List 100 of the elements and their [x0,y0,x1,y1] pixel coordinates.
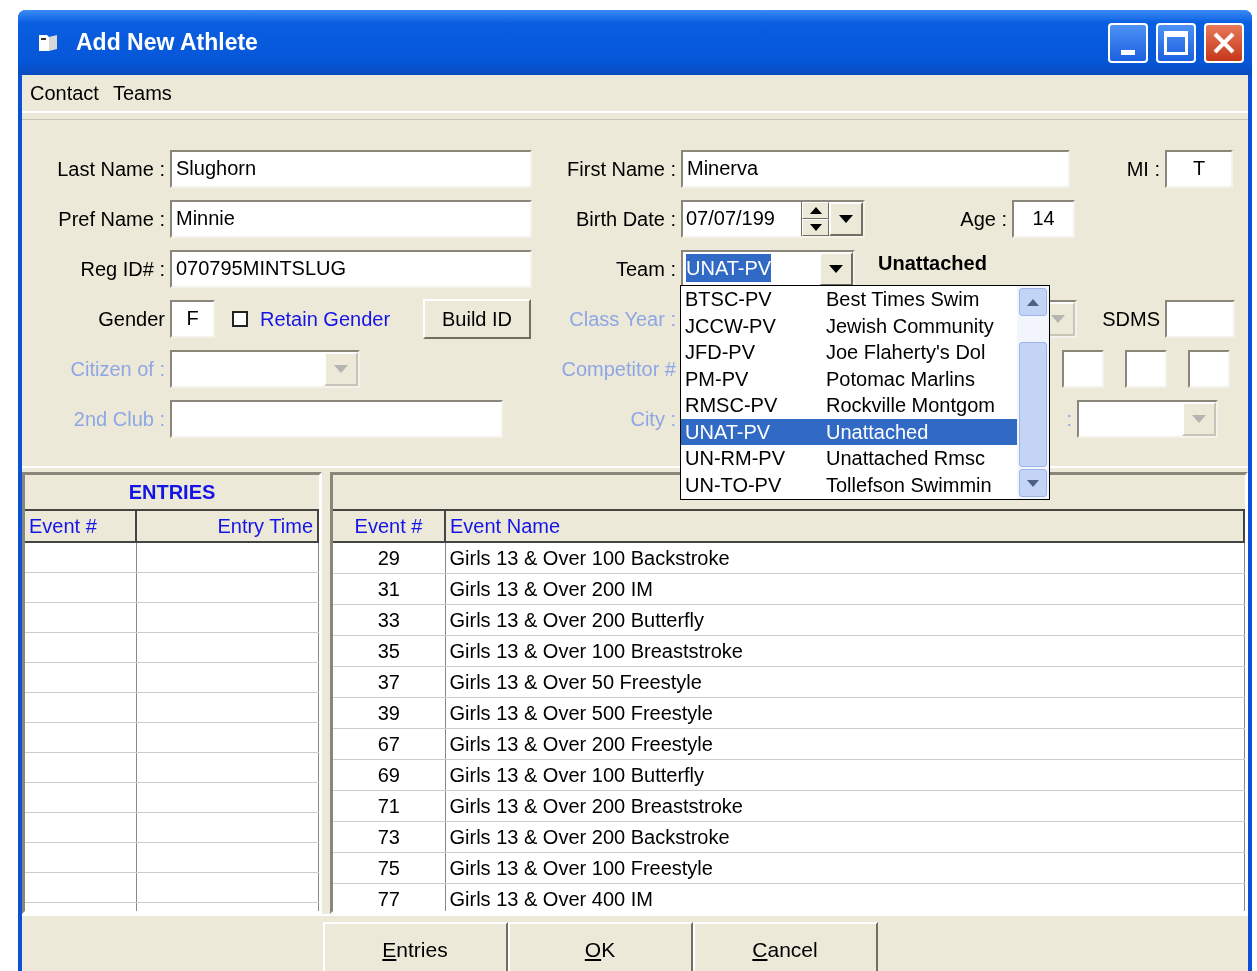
table-cell: Girls 13 & Over 200 Butterfly [445,604,1244,636]
table-cell: 31 [333,573,445,605]
caret-icon [1051,315,1065,323]
dialog-button[interactable]: OK [507,922,693,971]
table-cell: 69 [333,759,445,791]
text-field[interactable]: 070795MINTSLUG [170,250,532,288]
text-field[interactable]: Slughorn [170,150,532,188]
text-field[interactable]: 14 [1012,200,1075,238]
dropdown-button[interactable] [829,202,863,236]
combo-box[interactable]: UNAT-PV [681,250,855,288]
caret-icon [829,265,843,273]
table-cell: Girls 13 & Over 400 IM [445,883,1244,911]
dropdown-item[interactable]: UN-TO-PV Tollefson Swimmin [681,471,1017,498]
table-cell: 35 [333,635,445,667]
field-label: Gender [97,307,166,332]
field-label: SDMS [1101,307,1161,332]
close-button[interactable] [1204,22,1244,63]
table-cell: Girls 13 & Over 200 IM [445,573,1244,605]
menu-item[interactable]: Teams [110,78,184,108]
table-cell: 67 [333,728,445,760]
scroll-up-button[interactable] [1019,288,1047,316]
up-arrow-icon [809,207,822,214]
column-header[interactable]: Event # [25,511,136,542]
dropdown-item[interactable]: UN-RM-PV Unattached Rmsc [681,445,1017,472]
scroll-thumb[interactable] [1019,342,1047,467]
caret-icon [334,365,348,373]
table-cell: Girls 13 & Over 100 Breaststroke [445,635,1244,667]
table-cell: 37 [333,666,445,698]
field-label: Class Year : [568,307,677,332]
table-cell: 29 [333,542,445,574]
dialog-button[interactable]: Entries [322,922,508,971]
team-name: Unattached [878,251,987,276]
field-label: Pref Name : [57,207,166,232]
scroll-down-button[interactable] [1019,469,1047,497]
text-field[interactable] [1188,350,1230,388]
text-field[interactable] [1062,350,1104,388]
text-field[interactable] [170,400,503,438]
dropdown-item[interactable]: BTSC-PV Best Times Swim [681,286,1017,313]
panel-title: ENTRIES [25,475,319,511]
maximize-button[interactable] [1156,22,1196,63]
table-cell: Girls 13 & Over 100 Freestyle [445,852,1244,884]
table-cell: Girls 13 & Over 500 Freestyle [445,697,1244,729]
maximize-icon [1164,30,1188,55]
table-cell: 73 [333,821,445,853]
field-label: Birth Date : [574,207,677,232]
dropdown-item[interactable]: UNAT-PV Unattached [681,418,1017,445]
combo-box[interactable] [1077,400,1218,438]
table-cell: 33 [333,604,445,636]
text-field[interactable]: Minerva [681,150,1070,188]
field-label: Citizen of : [69,357,166,382]
text-field[interactable]: T [1165,150,1233,188]
column-header[interactable]: Entry Time [136,511,318,542]
table-cell: Girls 13 & Over 200 Breaststroke [445,790,1244,822]
down-arrow-icon [1027,479,1039,487]
text-field[interactable]: F [170,300,215,338]
field-label: Competitor # [560,357,677,382]
text-field[interactable] [1165,300,1235,338]
caret-icon [839,215,853,223]
table-cell: 39 [333,697,445,729]
field-label: : [1065,407,1073,432]
table-cell: 71 [333,790,445,822]
date-field[interactable]: 07/07/199 [681,200,865,238]
dropdown-item[interactable]: JFD-PV Joe Flaherty's Dol [681,339,1017,366]
minimize-button[interactable] [1108,22,1148,63]
combo-box[interactable] [170,350,360,388]
spin-buttons[interactable] [801,202,829,236]
table-cell: Girls 13 & Over 100 Butterfly [445,759,1244,791]
field-label: 2nd Club : [72,407,166,432]
table-cell: Girls 13 & Over 200 Freestyle [445,728,1244,760]
field-label: Age : [959,207,1008,232]
down-arrow-icon [809,224,822,231]
text-field[interactable]: Minnie [170,200,532,238]
menu-item[interactable]: Contact [28,78,111,108]
dropdown-button[interactable] [819,252,853,286]
up-arrow-icon [1027,298,1039,306]
table-cell: 77 [333,883,445,911]
scrollbar[interactable] [1017,286,1049,499]
field-label: Last Name : [56,157,166,182]
column-header[interactable]: Event Name [445,511,1244,542]
close-icon [1212,30,1236,55]
checkbox[interactable] [232,311,248,327]
field-label: MI : [1125,157,1161,182]
field-label: Team : [614,257,677,282]
field-label: First Name : [566,157,677,182]
dropdown-item[interactable]: JCCW-PV Jewish Community [681,312,1017,339]
column-header[interactable]: Event # [333,511,445,542]
dropdown-item[interactable]: PM-PV Potomac Marlins [681,365,1017,392]
build-id-button[interactable]: Build ID [423,299,531,339]
caret-icon [1192,415,1206,423]
app-icon [38,32,60,53]
dialog-button[interactable]: Cancel [692,922,878,971]
checkbox-label: Retain Gender [260,307,391,332]
field-label: City : [629,407,677,432]
window-title: Add New Athlete [76,28,258,58]
table-cell: Girls 13 & Over 50 Freestyle [445,666,1244,698]
table-cell: Girls 13 & Over 200 Backstroke [445,821,1244,853]
table-cell: Girls 13 & Over 100 Backstroke [445,542,1244,574]
dropdown-item[interactable]: RMSC-PV Rockville Montgom [681,392,1017,419]
text-field[interactable] [1125,350,1167,388]
field-label: Reg ID# : [79,257,166,282]
